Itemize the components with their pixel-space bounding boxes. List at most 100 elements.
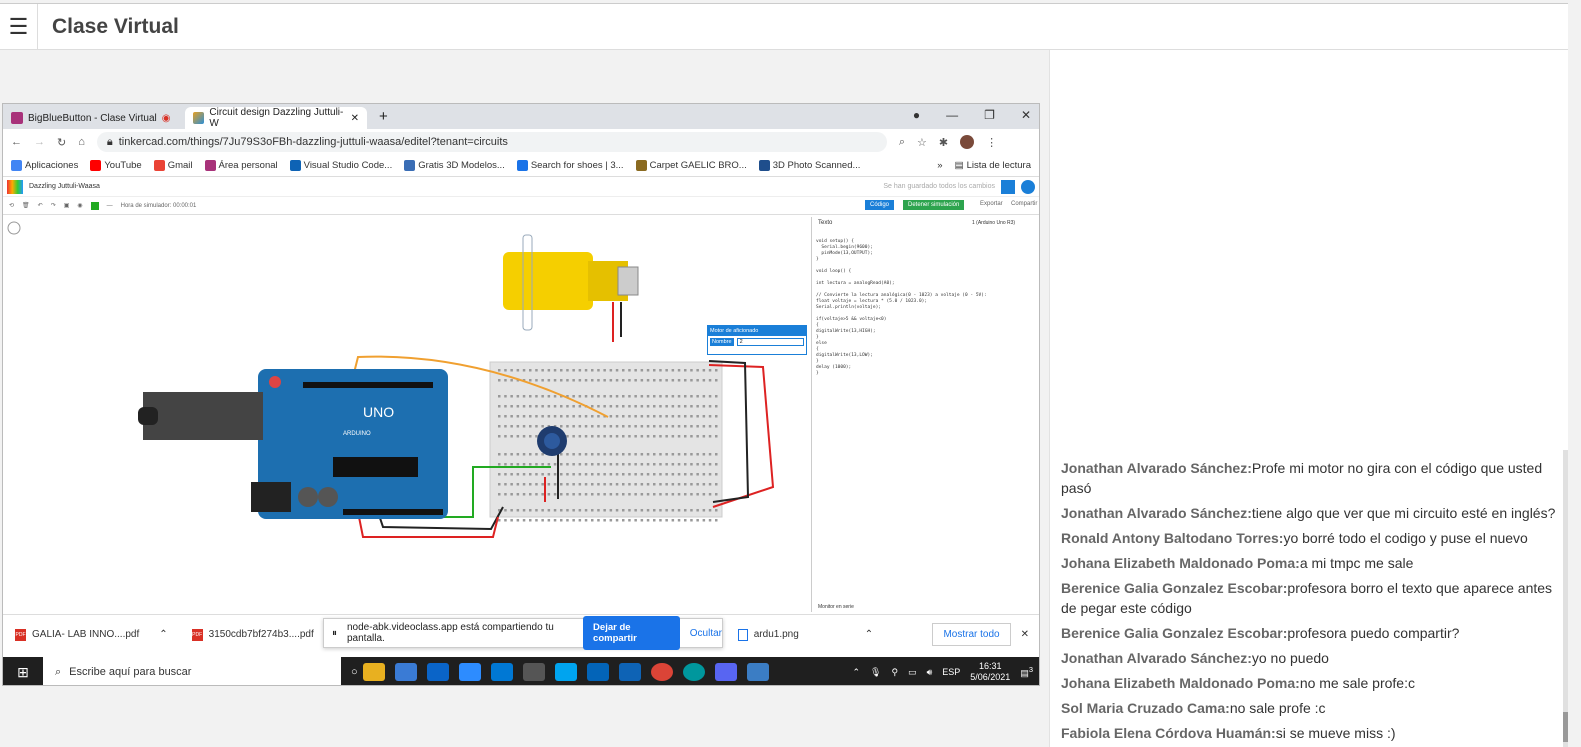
windows-start-icon[interactable]: ⊞ xyxy=(3,664,43,681)
more-bookmarks-icon[interactable]: » xyxy=(937,160,942,171)
bookmark-item[interactable]: Gmail xyxy=(153,160,193,171)
bookmark-item[interactable]: 3D Photo Scanned... xyxy=(758,160,860,171)
discord-icon[interactable] xyxy=(714,663,737,681)
avatar[interactable] xyxy=(960,135,975,149)
close-icon[interactable]: ✕ xyxy=(351,113,359,124)
redo-icon[interactable]: ↷ xyxy=(51,202,56,209)
chat-scroll-thumb[interactable] xyxy=(1563,712,1568,742)
tab-tinkercad[interactable]: Circuit design Dazzling Juttuli-W ✕ xyxy=(185,107,367,129)
breadboard-hole xyxy=(591,519,594,522)
breadboard-hole xyxy=(498,379,501,382)
photos-icon[interactable] xyxy=(746,663,769,681)
reading-list-button[interactable]: ▤ Lista de lectura xyxy=(955,160,1031,171)
name-input[interactable]: 2 xyxy=(736,338,804,346)
chrome-icon[interactable] xyxy=(650,663,673,681)
breadboard-hole xyxy=(560,483,563,486)
chevron-up-icon[interactable]: ⌃ xyxy=(865,629,873,640)
microphone-icon[interactable]: 🎙︎ xyxy=(870,667,881,678)
breadboard-hole xyxy=(609,369,613,372)
taskbar-search[interactable]: ⌕ Escribe aquí para buscar xyxy=(43,657,341,685)
tab-bigbluebutton[interactable]: BigBlueButton - Clase Virtual ◉ xyxy=(3,107,185,129)
breadboard-hole xyxy=(560,473,563,476)
rotate-icon[interactable]: ⟲ xyxy=(9,202,14,209)
chat-author: Berenice Galia Gonzalez Escobar: xyxy=(1061,580,1288,596)
chevron-up-icon[interactable]: ⌃ xyxy=(159,629,167,640)
view-icon[interactable]: ◉ xyxy=(77,202,82,209)
restore-icon[interactable]: ❐ xyxy=(984,108,995,122)
breadboard-hole xyxy=(653,473,656,476)
skype-icon[interactable] xyxy=(554,663,577,681)
close-icon[interactable]: ✕ xyxy=(1021,629,1029,640)
volume-icon[interactable]: 🔊︎ xyxy=(927,667,933,678)
bookmark-item[interactable]: Carpet GAELIC BRO... xyxy=(635,160,747,171)
breadboard-hole xyxy=(634,519,637,522)
bookmark-item[interactable]: Aplicaciones xyxy=(11,160,78,171)
chat-author: Jonathan Alvarado Sánchez: xyxy=(1061,460,1252,476)
minimize-icon[interactable]: — xyxy=(946,108,958,122)
breadboard-hole xyxy=(671,379,675,382)
device-select[interactable]: 1 (Arduino Uno R3) xyxy=(972,220,1015,226)
breadboard-hole xyxy=(671,453,675,456)
arduino-icon[interactable] xyxy=(682,663,705,681)
hide-button[interactable]: Ocultar xyxy=(690,628,722,639)
clock[interactable]: 16:31 5/06/2021 xyxy=(970,661,1010,683)
code-editor[interactable]: void setup() { Serial.begin(9600); pinMo… xyxy=(816,239,987,377)
bookmark-item[interactable]: Área personal xyxy=(204,160,278,171)
download-item[interactable]: PDF 3150cdb7bf274b3....pdf xyxy=(180,628,326,641)
calendar-icon[interactable] xyxy=(490,663,513,681)
undo-icon[interactable]: ↶ xyxy=(38,202,43,209)
cortana-icon[interactable]: ○ xyxy=(351,666,358,678)
back-icon[interactable]: ← xyxy=(11,136,22,148)
more-icon[interactable]: ⋮ xyxy=(986,136,997,149)
stop-sharing-button[interactable]: Dejar de compartir xyxy=(583,616,680,650)
user-avatar-icon[interactable] xyxy=(1021,179,1035,194)
breadboard-hole xyxy=(622,519,625,522)
reload-icon[interactable]: ↻ xyxy=(57,136,66,149)
circuit-view-icon[interactable] xyxy=(1001,179,1015,194)
code-mode-label[interactable]: Texto xyxy=(818,220,832,226)
bookmark-item[interactable]: YouTube xyxy=(90,160,142,171)
color-icon[interactable] xyxy=(90,201,99,210)
project-name[interactable]: Dazzling Juttuli-Waasa xyxy=(29,183,100,190)
calculator-icon[interactable] xyxy=(522,663,545,681)
extensions-icon[interactable]: ✱ xyxy=(939,136,948,149)
note-icon[interactable]: ▣ xyxy=(64,202,70,209)
url-field[interactable]: 🔒︎ tinkercad.com/things/7Ju79S3oFBh-dazzl… xyxy=(96,132,887,152)
hamburger-icon[interactable]: ☰ xyxy=(0,3,38,50)
profile-icon[interactable]: ● xyxy=(913,108,920,122)
forward-icon[interactable]: → xyxy=(34,136,45,148)
stop-simulation-button[interactable]: Detener simulación xyxy=(903,200,965,210)
chevron-up-icon[interactable]: ⌃ xyxy=(852,667,860,678)
breadboard-hole xyxy=(578,425,582,428)
chat-scrollbar[interactable] xyxy=(1563,450,1568,747)
vscode-icon[interactable] xyxy=(618,663,641,681)
home-icon[interactable]: ⌂ xyxy=(78,136,85,148)
wire-icon[interactable]: — xyxy=(107,203,113,209)
zoom-app-icon[interactable] xyxy=(458,663,481,681)
show-all-button[interactable]: Mostrar todo xyxy=(932,623,1011,646)
bookmark-item[interactable]: Visual Studio Code... xyxy=(289,160,392,171)
download-item[interactable]: ardu1.png ⌃ xyxy=(726,628,885,641)
outlook-icon[interactable] xyxy=(586,663,609,681)
battery-icon[interactable]: ▭ xyxy=(908,667,917,678)
language-indicator[interactable]: ESP xyxy=(942,667,960,677)
bookmark-item[interactable]: Gratis 3D Modelos... xyxy=(404,160,505,171)
breadboard-hole xyxy=(597,453,600,456)
export-button[interactable]: Exportar xyxy=(980,201,1003,207)
zoom-icon[interactable]: ⌕ xyxy=(899,136,905,149)
serial-monitor-toggle[interactable]: Monitor en serie xyxy=(818,604,854,610)
network-icon[interactable]: ⚲ xyxy=(891,667,898,678)
bookmark-item[interactable]: Search for shoes | 3... xyxy=(516,160,624,171)
file-explorer-icon[interactable] xyxy=(362,663,385,681)
close-window-icon[interactable]: ✕ xyxy=(1021,108,1031,122)
new-tab-button[interactable]: + xyxy=(379,108,388,125)
share-button[interactable]: Compartir xyxy=(1011,201,1037,207)
notifications-icon[interactable]: ▤3 xyxy=(1020,665,1033,679)
delete-icon[interactable]: 🗑︎ xyxy=(22,202,30,209)
download-item[interactable]: PDF GALIA- LAB INNO....pdf ⌃ xyxy=(3,628,180,641)
store-icon[interactable] xyxy=(394,663,417,681)
code-button[interactable]: Código xyxy=(865,200,895,210)
star-icon[interactable]: ☆ xyxy=(917,136,927,149)
mail-icon[interactable] xyxy=(426,663,449,681)
circuit-canvas[interactable]: UNO ARDUINO Motor de aficionado Nombre 2 xyxy=(3,217,809,612)
